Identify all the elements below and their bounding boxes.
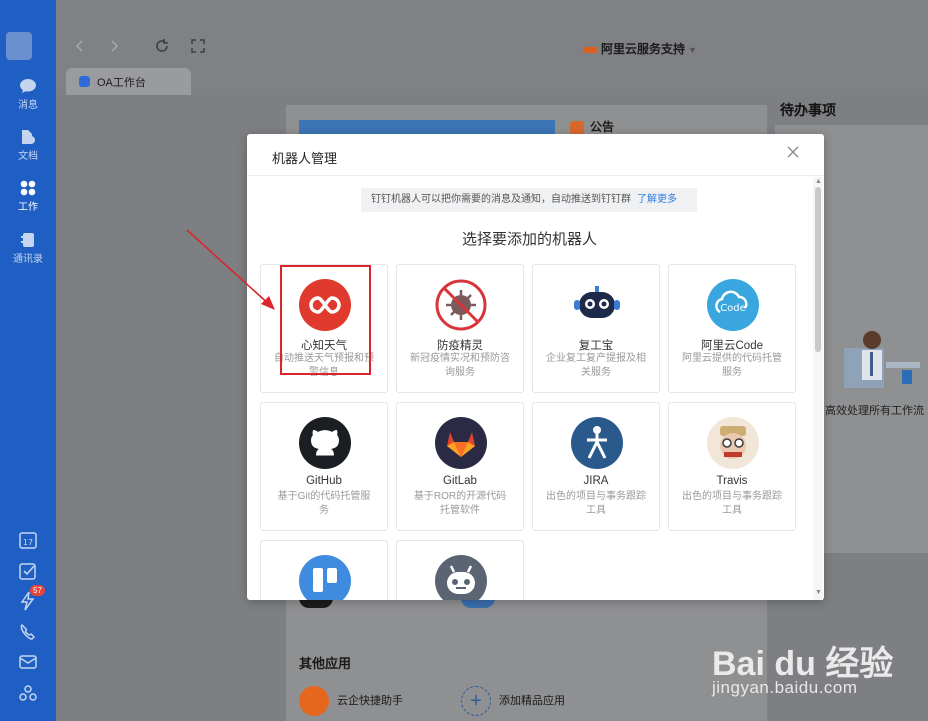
- sidebar-item-contacts[interactable]: 通讯录: [0, 232, 56, 265]
- robot-desc: 基于Git的代码托管服务: [277, 491, 371, 516]
- other-app-add[interactable]: + 添加精品应用: [461, 686, 565, 716]
- dialog-title: 机器人管理: [272, 151, 338, 166]
- robot-desc: 出色的项目与事务跟踪工具: [546, 491, 646, 516]
- sidebar-item-label: 通讯录: [13, 254, 43, 265]
- document-icon: [22, 130, 35, 144]
- ding-badge: 57: [30, 585, 45, 596]
- scroll-thumb[interactable]: [815, 187, 821, 352]
- robot-card-travis[interactable]: Travis 出色的项目与事务跟踪工具: [668, 402, 796, 531]
- github-icon: [299, 417, 351, 469]
- jira-icon: [571, 417, 623, 469]
- robot-name: 阿里云Code: [701, 340, 763, 352]
- assistant-icon: [299, 686, 329, 716]
- robot-card-github[interactable]: GitHub 基于Git的代码托管服务: [260, 402, 388, 531]
- workbench-icon: [79, 76, 90, 87]
- work-grid-icon: [20, 180, 36, 196]
- left-sidebar: 消息 文档 工作 通讯录 17 57: [0, 0, 56, 721]
- robot-name: GitLab: [443, 475, 477, 487]
- robot-name: JIRA: [583, 475, 609, 487]
- mail-icon[interactable]: [18, 652, 38, 672]
- org-switcher[interactable]: 阿里云服务支持 ▼: [583, 40, 697, 57]
- office-worker-illustration-icon: [844, 331, 920, 388]
- robot-desc: 企业复工复产提报及相关服务: [546, 353, 646, 378]
- robot-name: 复工宝: [578, 340, 614, 352]
- info-tip: 钉钉机器人可以把你需要的消息及通知，自动推送到钉钉群 了解更多: [361, 188, 697, 212]
- robot-card-fugongbao[interactable]: 复工宝 企业复工复产提报及相关服务: [532, 264, 660, 393]
- dialog-body: 钉钉机器人可以把你需要的消息及通知，自动推送到钉钉群 了解更多 选择要添加的机器人…: [247, 177, 812, 600]
- custom-robot-icon: [435, 555, 487, 600]
- robot-desc: 阿里云提供的代码托管服务: [682, 353, 782, 378]
- message-icon: [20, 79, 36, 93]
- sidebar-item-label: 文档: [18, 151, 38, 162]
- sidebar-item-docs[interactable]: 文档: [0, 129, 56, 162]
- robot-name: 防疫精灵: [437, 340, 483, 352]
- org-name: 阿里云服务支持: [601, 42, 686, 56]
- tab-oa-workbench[interactable]: OA工作台: [66, 68, 191, 95]
- travis-icon: [707, 417, 759, 469]
- other-app-yunqi[interactable]: 云企快捷助手: [299, 686, 403, 716]
- megaphone-icon: [570, 120, 584, 135]
- learn-more-link[interactable]: 了解更多: [637, 194, 677, 205]
- section-title: 选择要添加的机器人: [461, 231, 597, 248]
- scroll-up-icon[interactable]: ▲: [815, 178, 822, 185]
- sidebar-item-work[interactable]: 工作: [0, 180, 56, 213]
- robot-desc: 出色的项目与事务跟踪工具: [682, 491, 782, 516]
- fullscreen-icon[interactable]: [190, 38, 206, 54]
- notice-label: 公告: [590, 120, 615, 134]
- robot-card-jira[interactable]: JIRA 出色的项目与事务跟踪工具: [532, 402, 660, 531]
- robot-name: Travis: [716, 475, 748, 487]
- dialog-header: 机器人管理: [247, 134, 824, 176]
- trello-icon: [299, 555, 351, 600]
- aliyun-code-icon: Code: [707, 279, 759, 331]
- notice-header[interactable]: 公告: [570, 118, 614, 135]
- todo-description: 高效处理所有工作流: [825, 405, 924, 417]
- other-apps-title: 其他应用: [299, 656, 352, 671]
- svg-text:Code: Code: [720, 303, 746, 314]
- chevron-down-icon: ▼: [688, 45, 697, 55]
- avatar[interactable]: [6, 32, 32, 60]
- todo-title: 待办事项: [780, 102, 836, 118]
- todo-check-icon[interactable]: [18, 561, 38, 581]
- aliyun-logo-icon: [583, 46, 597, 53]
- red-arrow-annotation-icon: [186, 229, 275, 310]
- contacts-icon: [21, 233, 34, 247]
- other-app-label: 添加精品应用: [499, 694, 565, 707]
- dialog-scrollbar[interactable]: ▲ ▼: [813, 177, 823, 600]
- forward-arrow-icon[interactable]: [106, 38, 122, 54]
- tip-text: 钉钉机器人可以把你需要的消息及通知，自动推送到钉钉群: [371, 194, 631, 205]
- refresh-icon[interactable]: [154, 38, 170, 54]
- calendar-icon[interactable]: 17: [18, 530, 38, 550]
- sidebar-item-label: 消息: [18, 100, 38, 111]
- close-icon[interactable]: [786, 145, 800, 159]
- robot-card-epidemic[interactable]: 防疫精灵 新冠疫情实况和预防咨询服务: [396, 264, 524, 393]
- robot-name: GitHub: [306, 475, 342, 487]
- other-app-label: 云企快捷助手: [337, 694, 403, 707]
- robot-card-trello[interactable]: [260, 540, 388, 600]
- back-arrow-icon[interactable]: [72, 38, 88, 54]
- robot-card-aliyun-code[interactable]: Code 阿里云Code 阿里云提供的代码托管服务: [668, 264, 796, 393]
- robot-card-custom[interactable]: [396, 540, 524, 600]
- red-highlight-box: [280, 265, 371, 375]
- robot-face-icon: [574, 286, 620, 318]
- phone-icon[interactable]: [18, 622, 38, 642]
- robot-desc: 基于ROR的开源代码托管软件: [413, 491, 507, 516]
- plus-icon: +: [461, 686, 491, 716]
- robot-desc: 新冠疫情实况和预防咨询服务: [410, 353, 510, 378]
- sidebar-item-label: 工作: [18, 202, 38, 213]
- epidemic-virus-icon: [435, 279, 487, 331]
- tab-label: OA工作台: [97, 77, 146, 89]
- robot-card-gitlab[interactable]: GitLab 基于ROR的开源代码托管软件: [396, 402, 524, 531]
- sidebar-item-messages[interactable]: 消息: [0, 78, 56, 111]
- more-apps-icon[interactable]: [18, 683, 38, 703]
- baidu-watermark-url: jingyan.baidu.com: [712, 678, 858, 697]
- scroll-down-icon[interactable]: ▼: [815, 589, 822, 596]
- gitlab-icon: [435, 417, 487, 469]
- calendar-day: 17: [23, 538, 33, 547]
